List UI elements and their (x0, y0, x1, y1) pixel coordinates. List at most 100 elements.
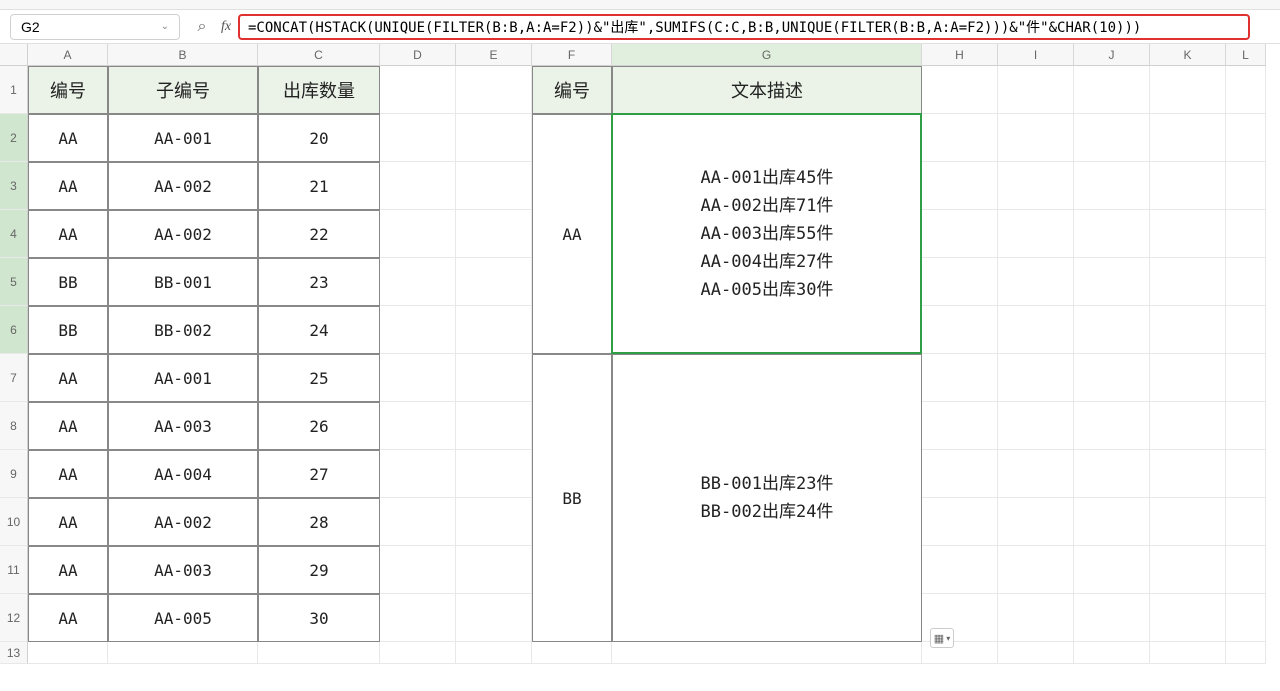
row-header-8[interactable]: 8 (0, 402, 28, 450)
col-header-H[interactable]: H (922, 44, 998, 66)
cell-D5[interactable] (380, 258, 456, 306)
cell-G1[interactable]: 文本描述 (612, 66, 922, 114)
cell-H11[interactable] (922, 546, 998, 594)
col-header-F[interactable]: F (532, 44, 612, 66)
cell-H2[interactable] (922, 114, 998, 162)
cell-E5[interactable] (456, 258, 532, 306)
cell-C9[interactable]: 27 (258, 450, 380, 498)
cell-C7[interactable]: 25 (258, 354, 380, 402)
cell-I8[interactable] (998, 402, 1074, 450)
cell-B4[interactable]: AA-002 (108, 210, 258, 258)
cell-L6[interactable] (1226, 306, 1266, 354)
cell-A13[interactable] (28, 642, 108, 664)
cell-I12[interactable] (998, 594, 1074, 642)
cell-C1[interactable]: 出库数量 (258, 66, 380, 114)
cell-A5[interactable]: BB (28, 258, 108, 306)
cell-B2[interactable]: AA-001 (108, 114, 258, 162)
col-header-E[interactable]: E (456, 44, 532, 66)
cell-J10[interactable] (1074, 498, 1150, 546)
cell-I10[interactable] (998, 498, 1074, 546)
cell-A1[interactable]: 编号 (28, 66, 108, 114)
cell-C4[interactable]: 22 (258, 210, 380, 258)
cell-I13[interactable] (998, 642, 1074, 664)
cell-E11[interactable] (456, 546, 532, 594)
cell-L7[interactable] (1226, 354, 1266, 402)
col-header-L[interactable]: L (1226, 44, 1266, 66)
cell-A2[interactable]: AA (28, 114, 108, 162)
quick-analysis-icon[interactable]: ▦▾ (930, 628, 954, 648)
cell-F2-merged[interactable]: AA (532, 114, 612, 354)
cell-E9[interactable] (456, 450, 532, 498)
cell-K8[interactable] (1150, 402, 1226, 450)
cell-A6[interactable]: BB (28, 306, 108, 354)
cell-J2[interactable] (1074, 114, 1150, 162)
cell-B12[interactable]: AA-005 (108, 594, 258, 642)
cell-D8[interactable] (380, 402, 456, 450)
row-header-13[interactable]: 13 (0, 642, 28, 664)
cell-E4[interactable] (456, 210, 532, 258)
fx-label[interactable]: fx (214, 19, 238, 35)
col-header-G[interactable]: G (612, 44, 922, 66)
cell-I5[interactable] (998, 258, 1074, 306)
cell-A4[interactable]: AA (28, 210, 108, 258)
cell-H4[interactable] (922, 210, 998, 258)
cell-K13[interactable] (1150, 642, 1226, 664)
cell-A12[interactable]: AA (28, 594, 108, 642)
row-header-4[interactable]: 4 (0, 210, 28, 258)
cell-D12[interactable] (380, 594, 456, 642)
cell-H7[interactable] (922, 354, 998, 402)
cell-E12[interactable] (456, 594, 532, 642)
cell-H5[interactable] (922, 258, 998, 306)
cell-K3[interactable] (1150, 162, 1226, 210)
cell-J4[interactable] (1074, 210, 1150, 258)
cell-L10[interactable] (1226, 498, 1266, 546)
cell-D7[interactable] (380, 354, 456, 402)
cell-L1[interactable] (1226, 66, 1266, 114)
row-header-7[interactable]: 7 (0, 354, 28, 402)
cell-G13[interactable] (612, 642, 922, 664)
cell-A10[interactable]: AA (28, 498, 108, 546)
cell-A9[interactable]: AA (28, 450, 108, 498)
cell-L2[interactable] (1226, 114, 1266, 162)
cell-D4[interactable] (380, 210, 456, 258)
cell-C12[interactable]: 30 (258, 594, 380, 642)
cell-F13[interactable] (532, 642, 612, 664)
col-header-A[interactable]: A (28, 44, 108, 66)
cell-A7[interactable]: AA (28, 354, 108, 402)
cell-C10[interactable]: 28 (258, 498, 380, 546)
cell-I3[interactable] (998, 162, 1074, 210)
row-header-10[interactable]: 10 (0, 498, 28, 546)
cell-E3[interactable] (456, 162, 532, 210)
cell-K4[interactable] (1150, 210, 1226, 258)
cell-I1[interactable] (998, 66, 1074, 114)
row-header-3[interactable]: 3 (0, 162, 28, 210)
row-header-2[interactable]: 2 (0, 114, 28, 162)
cell-D6[interactable] (380, 306, 456, 354)
col-header-I[interactable]: I (998, 44, 1074, 66)
cell-J1[interactable] (1074, 66, 1150, 114)
cell-D1[interactable] (380, 66, 456, 114)
cell-J9[interactable] (1074, 450, 1150, 498)
cell-L8[interactable] (1226, 402, 1266, 450)
cell-C11[interactable]: 29 (258, 546, 380, 594)
cell-C5[interactable]: 23 (258, 258, 380, 306)
cell-E8[interactable] (456, 402, 532, 450)
cell-K2[interactable] (1150, 114, 1226, 162)
cell-I7[interactable] (998, 354, 1074, 402)
col-header-C[interactable]: C (258, 44, 380, 66)
cell-I4[interactable] (998, 210, 1074, 258)
cell-H1[interactable] (922, 66, 998, 114)
cell-K9[interactable] (1150, 450, 1226, 498)
cell-J6[interactable] (1074, 306, 1150, 354)
cell-L3[interactable] (1226, 162, 1266, 210)
cell-B10[interactable]: AA-002 (108, 498, 258, 546)
cell-A8[interactable]: AA (28, 402, 108, 450)
cell-J13[interactable] (1074, 642, 1150, 664)
cell-B5[interactable]: BB-001 (108, 258, 258, 306)
cell-D9[interactable] (380, 450, 456, 498)
cell-L11[interactable] (1226, 546, 1266, 594)
cell-B11[interactable]: AA-003 (108, 546, 258, 594)
cell-H6[interactable] (922, 306, 998, 354)
col-header-K[interactable]: K (1150, 44, 1226, 66)
cell-B6[interactable]: BB-002 (108, 306, 258, 354)
